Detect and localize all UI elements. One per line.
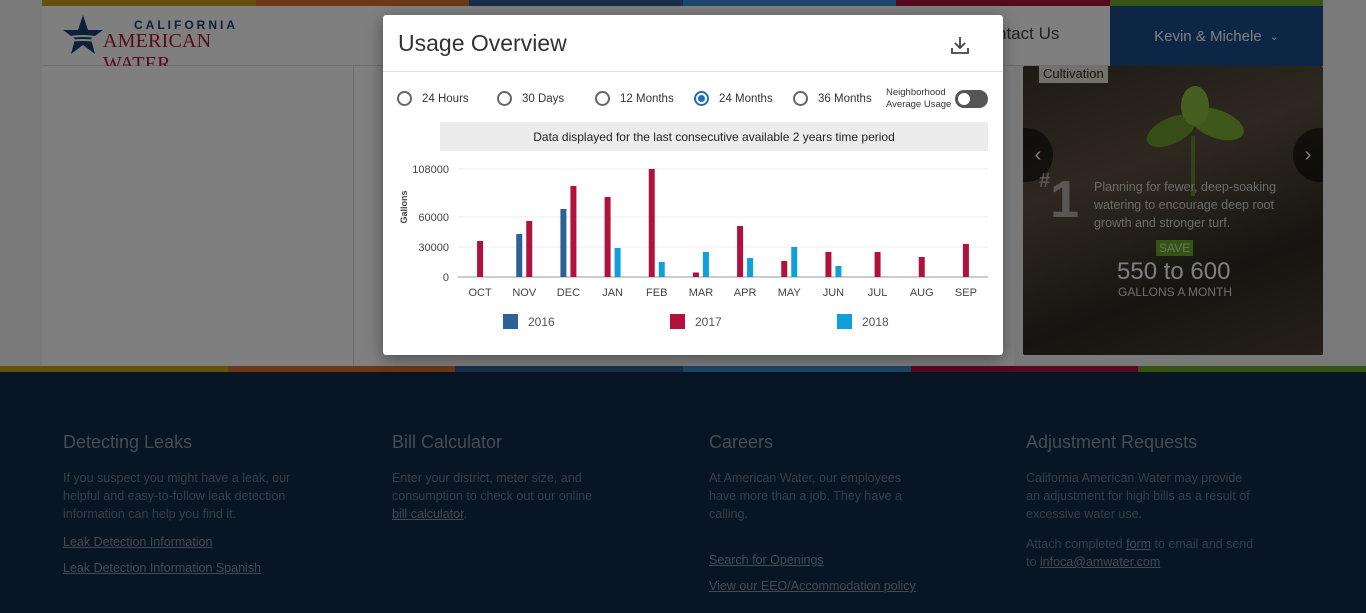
- range-option-30-days[interactable]: 30 Days: [497, 91, 564, 106]
- bar-2017-jul: [874, 252, 881, 277]
- info-bar: Data displayed for the last consecutive …: [440, 122, 988, 151]
- y-tick-label: 60000: [418, 212, 449, 224]
- radio-icon: [694, 91, 709, 106]
- x-tick-label: AUG: [910, 287, 934, 299]
- modal-title: Usage Overview: [398, 30, 567, 56]
- radio-icon: [497, 91, 512, 106]
- y-axis-label: Gallons: [399, 190, 409, 223]
- range-label: 24 Months: [719, 92, 773, 105]
- bar-2017-may: [781, 261, 788, 277]
- legend-swatch-2017: [670, 314, 685, 329]
- neighborhood-label-line2: Average Usage: [886, 99, 952, 110]
- legend-label-2018: 2018: [862, 315, 889, 329]
- x-tick-label: MAY: [778, 287, 802, 299]
- legend-swatch-2016: [503, 314, 518, 329]
- neighborhood-label-line1: Neighborhood: [886, 87, 946, 98]
- range-label: 12 Months: [620, 92, 674, 105]
- legend-label-2017: 2017: [695, 315, 722, 329]
- toggle-knob: [958, 93, 970, 105]
- usage-bar-chart: 0 30000 60000 108000 Gallons OCT NOV DEC JAN FEB M…: [399, 164, 988, 329]
- x-tick-label: DEC: [557, 287, 580, 299]
- range-option-24-months[interactable]: 24 Months: [694, 91, 773, 106]
- x-tick-label: FEB: [646, 287, 667, 299]
- y-tick-label: 0: [443, 272, 449, 284]
- bar-2018-apr: [747, 258, 754, 277]
- bar-2016-nov: [516, 234, 523, 277]
- y-tick-label: 30000: [418, 242, 449, 254]
- x-tick-label: JUL: [868, 287, 888, 299]
- bar-2017-jun: [825, 252, 832, 277]
- bar-2017-jan: [604, 197, 611, 277]
- bar-2017-dec: [570, 186, 577, 277]
- x-tick-label: OCT: [468, 287, 492, 299]
- bar-2018-jan: [614, 248, 621, 277]
- bar-2018-feb: [658, 262, 665, 277]
- radio-icon: [595, 91, 610, 106]
- bar-2017-nov: [526, 221, 533, 277]
- range-option-24-hours[interactable]: 24 Hours: [397, 91, 469, 106]
- range-label: 24 Hours: [422, 92, 469, 105]
- bar-2017-apr: [737, 226, 744, 277]
- x-tick-label: SEP: [955, 287, 977, 299]
- x-tick-label: MAR: [689, 287, 714, 299]
- x-tick-label: JUN: [823, 287, 844, 299]
- y-tick-label: 108000: [412, 164, 449, 176]
- radio-icon: [397, 91, 412, 106]
- bar-2017-sep: [962, 244, 969, 277]
- range-option-12-months[interactable]: 12 Months: [595, 91, 674, 106]
- x-tick-label: NOV: [512, 287, 537, 299]
- bar-2017-mar: [692, 272, 699, 277]
- range-label: 36 Months: [818, 92, 872, 105]
- modal-header: Usage Overview: [383, 15, 1003, 72]
- neighborhood-toggle[interactable]: [955, 90, 988, 108]
- radio-icon: [793, 91, 808, 106]
- bar-2017-feb: [648, 169, 655, 277]
- range-label: 30 Days: [522, 92, 565, 105]
- usage-overview-modal: Usage Overview 24 Hours 30 Days 12 Month…: [383, 15, 1003, 355]
- legend-swatch-2018: [837, 314, 852, 329]
- bar-2016-dec: [560, 209, 567, 277]
- range-option-36-months[interactable]: 36 Months: [793, 91, 872, 106]
- bar-2017-aug: [918, 257, 925, 277]
- neighborhood-label: Neighborhood Average Usage: [886, 87, 951, 111]
- bar-2018-may: [791, 247, 798, 277]
- bar-2018-mar: [702, 252, 709, 277]
- legend-label-2016: 2016: [528, 315, 555, 329]
- x-tick-label: JAN: [602, 287, 623, 299]
- x-tick-label: APR: [734, 287, 757, 299]
- bar-2018-jun: [835, 266, 842, 277]
- bar-2017-oct: [477, 241, 484, 277]
- download-icon[interactable]: [949, 34, 971, 56]
